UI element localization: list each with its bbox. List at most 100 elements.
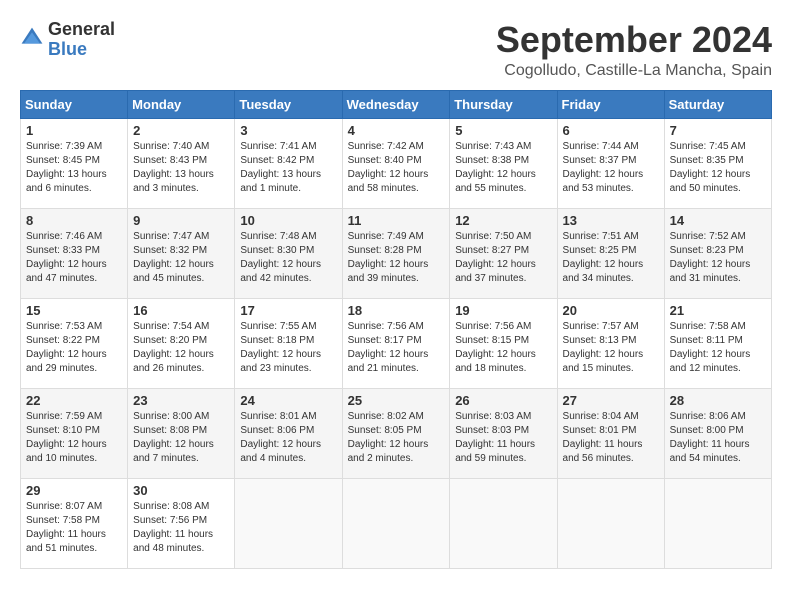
logo: General Blue <box>20 20 115 60</box>
calendar-cell: 10 Sunrise: 7:48 AMSunset: 8:30 PMDayligh… <box>235 208 342 298</box>
logo-icon <box>20 26 44 50</box>
day-info: Sunrise: 7:41 AMSunset: 8:42 PMDaylight:… <box>240 140 336 196</box>
calendar-cell: 30 Sunrise: 8:08 AMSunset: 7:56 PMDayligh… <box>128 478 235 568</box>
calendar-cell: 25 Sunrise: 8:02 AMSunset: 8:05 PMDayligh… <box>342 388 450 478</box>
calendar-cell: 16 Sunrise: 7:54 AMSunset: 8:20 PMDayligh… <box>128 298 235 388</box>
month-title: September 2024 <box>496 20 772 60</box>
day-number: 7 <box>670 123 766 138</box>
calendar-cell <box>450 478 557 568</box>
day-number: 22 <box>26 393 122 408</box>
calendar-cell: 21 Sunrise: 7:58 AMSunset: 8:11 PMDayligh… <box>664 298 771 388</box>
day-number: 8 <box>26 213 122 228</box>
day-info: Sunrise: 7:44 AMSunset: 8:37 PMDaylight:… <box>563 140 659 196</box>
day-info: Sunrise: 7:39 AMSunset: 8:45 PMDaylight:… <box>26 140 122 196</box>
day-info: Sunrise: 7:51 AMSunset: 8:25 PMDaylight:… <box>563 230 659 286</box>
calendar-cell: 14Sunrise: 7:52 AMSunset: 8:23 PMDayligh… <box>664 208 771 298</box>
day-info: Sunrise: 7:43 AMSunset: 8:38 PMDaylight:… <box>455 140 551 196</box>
day-info: Sunrise: 8:06 AMSunset: 8:00 PMDaylight:… <box>670 410 766 466</box>
day-info: Sunrise: 7:50 AMSunset: 8:27 PMDaylight:… <box>455 230 551 286</box>
day-number: 19 <box>455 303 551 318</box>
day-info: Sunrise: 7:56 AMSunset: 8:15 PMDaylight:… <box>455 320 551 376</box>
day-info: Sunrise: 7:46 AMSunset: 8:33 PMDaylight:… <box>26 230 122 286</box>
day-number: 13 <box>563 213 659 228</box>
day-info: Sunrise: 7:52 AMSunset: 8:23 PMDaylight:… <box>670 230 766 286</box>
calendar-cell: 2 Sunrise: 7:40 AMSunset: 8:43 PMDaylight… <box>128 118 235 208</box>
calendar-cell: 11 Sunrise: 7:49 AMSunset: 8:28 PMDayligh… <box>342 208 450 298</box>
day-info: Sunrise: 7:57 AMSunset: 8:13 PMDaylight:… <box>563 320 659 376</box>
day-info: Sunrise: 7:40 AMSunset: 8:43 PMDaylight:… <box>133 140 229 196</box>
calendar-week-row: 1 Sunrise: 7:39 AMSunset: 8:45 PMDaylight… <box>21 118 772 208</box>
day-number: 15 <box>26 303 122 318</box>
day-info: Sunrise: 8:00 AMSunset: 8:08 PMDaylight:… <box>133 410 229 466</box>
calendar-cell: 4 Sunrise: 7:42 AMSunset: 8:40 PMDaylight… <box>342 118 450 208</box>
calendar-cell <box>557 478 664 568</box>
day-number: 4 <box>348 123 445 138</box>
day-number: 24 <box>240 393 336 408</box>
location-text: Cogolludo, Castille-La Mancha, Spain <box>496 62 772 80</box>
day-info: Sunrise: 8:04 AMSunset: 8:01 PMDaylight:… <box>563 410 659 466</box>
day-number: 21 <box>670 303 766 318</box>
calendar-cell: 27Sunrise: 8:04 AMSunset: 8:01 PMDayligh… <box>557 388 664 478</box>
logo-blue-text: Blue <box>48 40 115 60</box>
day-info: Sunrise: 8:07 AMSunset: 7:58 PMDaylight:… <box>26 500 122 556</box>
calendar-cell: 13 Sunrise: 7:51 AMSunset: 8:25 PMDayligh… <box>557 208 664 298</box>
day-number: 29 <box>26 483 122 498</box>
day-number: 18 <box>348 303 445 318</box>
calendar-cell: 22 Sunrise: 7:59 AMSunset: 8:10 PMDayligh… <box>21 388 128 478</box>
day-number: 28 <box>670 393 766 408</box>
day-info: Sunrise: 7:47 AMSunset: 8:32 PMDaylight:… <box>133 230 229 286</box>
calendar-cell: 12 Sunrise: 7:50 AMSunset: 8:27 PMDayligh… <box>450 208 557 298</box>
day-info: Sunrise: 8:01 AMSunset: 8:06 PMDaylight:… <box>240 410 336 466</box>
day-number: 9 <box>133 213 229 228</box>
day-number: 23 <box>133 393 229 408</box>
day-info: Sunrise: 8:02 AMSunset: 8:05 PMDaylight:… <box>348 410 445 466</box>
day-info: Sunrise: 8:03 AMSunset: 8:03 PMDaylight:… <box>455 410 551 466</box>
weekday-header-thursday: Thursday <box>450 90 557 118</box>
day-info: Sunrise: 7:48 AMSunset: 8:30 PMDaylight:… <box>240 230 336 286</box>
day-info: Sunrise: 7:53 AMSunset: 8:22 PMDaylight:… <box>26 320 122 376</box>
calendar-week-row: 29 Sunrise: 8:07 AMSunset: 7:58 PMDayligh… <box>21 478 772 568</box>
calendar-cell: 20 Sunrise: 7:57 AMSunset: 8:13 PMDayligh… <box>557 298 664 388</box>
weekday-header-tuesday: Tuesday <box>235 90 342 118</box>
day-info: Sunrise: 7:54 AMSunset: 8:20 PMDaylight:… <box>133 320 229 376</box>
weekday-header-saturday: Saturday <box>664 90 771 118</box>
calendar-cell: 7 Sunrise: 7:45 AMSunset: 8:35 PMDaylight… <box>664 118 771 208</box>
day-number: 11 <box>348 213 445 228</box>
day-number: 16 <box>133 303 229 318</box>
day-number: 26 <box>455 393 551 408</box>
calendar-header-row: SundayMondayTuesdayWednesdayThursdayFrid… <box>21 90 772 118</box>
day-number: 6 <box>563 123 659 138</box>
day-info: Sunrise: 7:58 AMSunset: 8:11 PMDaylight:… <box>670 320 766 376</box>
calendar-cell: 29 Sunrise: 8:07 AMSunset: 7:58 PMDayligh… <box>21 478 128 568</box>
calendar-cell: 5 Sunrise: 7:43 AMSunset: 8:38 PMDaylight… <box>450 118 557 208</box>
day-number: 30 <box>133 483 229 498</box>
calendar-cell: 28 Sunrise: 8:06 AMSunset: 8:00 PMDayligh… <box>664 388 771 478</box>
day-number: 10 <box>240 213 336 228</box>
calendar-cell: 24 Sunrise: 8:01 AMSunset: 8:06 PMDayligh… <box>235 388 342 478</box>
weekday-header-monday: Monday <box>128 90 235 118</box>
calendar-week-row: 8 Sunrise: 7:46 AMSunset: 8:33 PMDaylight… <box>21 208 772 298</box>
weekday-header-wednesday: Wednesday <box>342 90 450 118</box>
day-number: 12 <box>455 213 551 228</box>
calendar-cell: 15 Sunrise: 7:53 AMSunset: 8:22 PMDayligh… <box>21 298 128 388</box>
day-number: 25 <box>348 393 445 408</box>
day-info: Sunrise: 7:45 AMSunset: 8:35 PMDaylight:… <box>670 140 766 196</box>
day-number: 1 <box>26 123 122 138</box>
weekday-header-sunday: Sunday <box>21 90 128 118</box>
day-info: Sunrise: 8:08 AMSunset: 7:56 PMDaylight:… <box>133 500 229 556</box>
day-info: Sunrise: 7:42 AMSunset: 8:40 PMDaylight:… <box>348 140 445 196</box>
calendar-cell <box>235 478 342 568</box>
calendar-cell: 3Sunrise: 7:41 AMSunset: 8:42 PMDaylight… <box>235 118 342 208</box>
day-info: Sunrise: 7:59 AMSunset: 8:10 PMDaylight:… <box>26 410 122 466</box>
page-header: General Blue September 2024 Cogolludo, C… <box>20 20 772 80</box>
day-info: Sunrise: 7:56 AMSunset: 8:17 PMDaylight:… <box>348 320 445 376</box>
day-info: Sunrise: 7:55 AMSunset: 8:18 PMDaylight:… <box>240 320 336 376</box>
day-info: Sunrise: 7:49 AMSunset: 8:28 PMDaylight:… <box>348 230 445 286</box>
day-number: 2 <box>133 123 229 138</box>
day-number: 20 <box>563 303 659 318</box>
calendar-table: SundayMondayTuesdayWednesdayThursdayFrid… <box>20 90 772 569</box>
calendar-cell <box>664 478 771 568</box>
calendar-cell: 23 Sunrise: 8:00 AMSunset: 8:08 PMDayligh… <box>128 388 235 478</box>
calendar-cell: 6 Sunrise: 7:44 AMSunset: 8:37 PMDaylight… <box>557 118 664 208</box>
day-number: 5 <box>455 123 551 138</box>
